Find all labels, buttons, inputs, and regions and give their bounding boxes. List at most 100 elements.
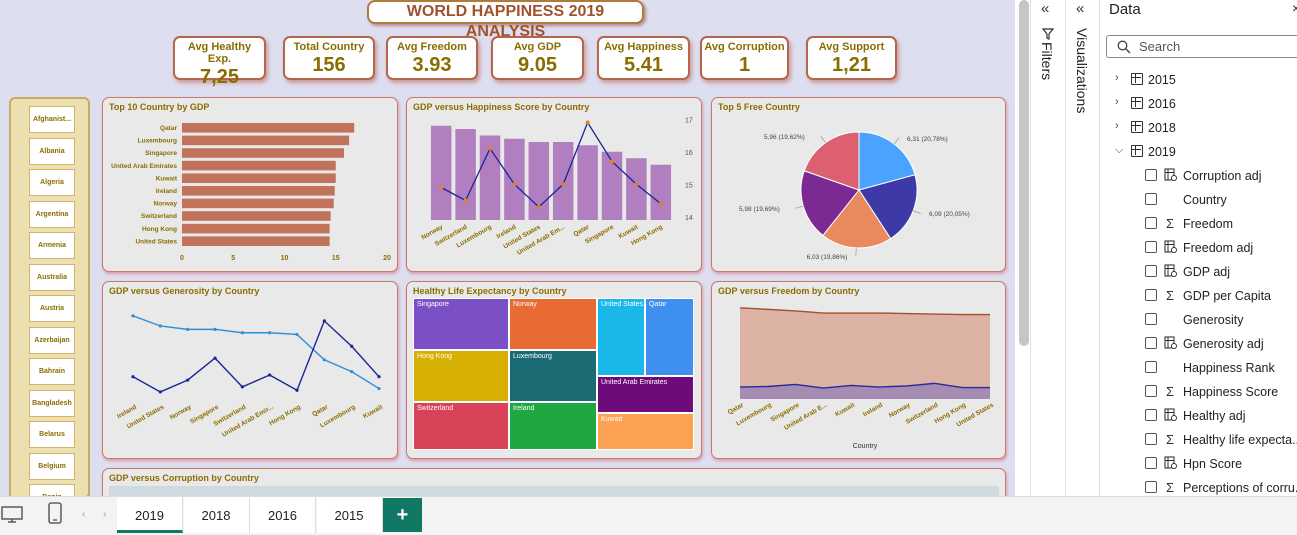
data-point[interactable] <box>585 120 590 125</box>
gdp-vs-corruption-map[interactable]: GDP versus Corruption by Country <box>102 468 1006 496</box>
field-item[interactable]: Healthy adj <box>1100 404 1297 428</box>
field-item[interactable]: Country <box>1100 188 1297 212</box>
data-point[interactable] <box>186 378 190 382</box>
chevron-down-icon[interactable]: ⌵ <box>1115 144 1123 157</box>
data-point[interactable] <box>213 327 217 331</box>
series-line[interactable] <box>132 319 380 393</box>
field-checkbox[interactable] <box>1145 433 1157 445</box>
page-tab-2015[interactable]: 2015 <box>316 497 383 533</box>
bar[interactable] <box>182 236 330 246</box>
bar[interactable] <box>577 145 598 220</box>
bar[interactable] <box>182 173 336 183</box>
slicer-item[interactable]: Afghanist... <box>29 106 75 133</box>
treemap-tile[interactable]: Kuwait <box>597 413 694 450</box>
slicer-item[interactable]: Azerbaijan <box>29 326 75 354</box>
filters-pane[interactable]: « Filters <box>1030 0 1064 535</box>
field-item[interactable]: Generosity <box>1100 308 1297 332</box>
slicer-item[interactable]: Belgium <box>29 452 75 480</box>
treemap-tile[interactable]: Luxembourg <box>509 350 597 402</box>
field-checkbox[interactable] <box>1145 289 1157 301</box>
top10-gdp-chart[interactable]: Top 10 Country by GDP Qatar Luxembourg Sin… <box>102 97 398 272</box>
mobile-view-icon[interactable] <box>48 502 62 529</box>
search-input[interactable]: Search <box>1106 35 1297 58</box>
bar[interactable] <box>182 160 336 171</box>
data-point[interactable] <box>186 327 190 331</box>
bar[interactable] <box>182 211 331 221</box>
field-checkbox[interactable] <box>1145 217 1157 229</box>
prev-page-icon[interactable]: ‹ <box>82 509 85 520</box>
slicer-item[interactable]: Armenia <box>29 232 75 259</box>
data-point[interactable] <box>131 375 135 379</box>
visualizations-label[interactable]: Visualizations <box>1074 28 1090 113</box>
treemap-tile[interactable]: Ireland <box>509 402 597 450</box>
treemap-tile[interactable]: Singapore <box>413 298 509 350</box>
data-point[interactable] <box>322 319 326 323</box>
data-point[interactable] <box>610 159 614 164</box>
collapse-visualizations-icon[interactable]: « <box>1076 0 1084 17</box>
data-point[interactable] <box>561 182 566 187</box>
treemap-tile[interactable]: United Arab Emirates <box>597 376 694 413</box>
data-point[interactable] <box>488 146 492 151</box>
filters-label[interactable]: Filters <box>1039 42 1055 80</box>
field-checkbox[interactable] <box>1145 409 1157 421</box>
bar[interactable] <box>182 123 355 133</box>
field-item[interactable]: Σ Healthy life expecta... <box>1100 428 1297 452</box>
bar[interactable] <box>182 148 344 158</box>
data-point[interactable] <box>158 390 162 394</box>
field-checkbox[interactable] <box>1145 265 1157 277</box>
slicer-item[interactable]: Benin <box>29 484 75 496</box>
collapse-filters-icon[interactable]: « <box>1041 0 1049 17</box>
field-item[interactable]: Freedom adj <box>1100 236 1297 260</box>
data-point[interactable] <box>439 185 444 190</box>
field-item[interactable]: Σ Freedom <box>1100 212 1297 236</box>
data-point[interactable] <box>512 182 517 187</box>
data-point[interactable] <box>536 205 541 209</box>
data-point[interactable] <box>350 370 354 374</box>
top5-free-chart[interactable]: Top 5 Free Country 6,31 (20,78%) 6,09 (20… <box>711 97 1006 272</box>
table-node-2019[interactable]: ⌵ 2019 <box>1100 140 1297 164</box>
field-checkbox[interactable] <box>1145 193 1157 205</box>
slicer-item[interactable]: Albania <box>29 137 75 165</box>
data-point[interactable] <box>350 344 354 348</box>
add-page-button[interactable]: + <box>383 498 422 532</box>
series-line[interactable] <box>132 315 380 390</box>
slicer-item[interactable]: Bahrain <box>29 358 75 385</box>
data-point[interactable] <box>131 314 135 318</box>
gdp-vs-generosity-chart[interactable]: GDP versus Generosity by Country Ireland… <box>102 281 398 459</box>
field-item[interactable]: GDP adj <box>1100 260 1297 284</box>
treemap-tile[interactable]: United States <box>597 298 645 376</box>
treemap-tile[interactable]: Hong Kong <box>413 350 509 402</box>
slicer-item[interactable]: Argentina <box>29 200 75 228</box>
data-point[interactable] <box>213 356 217 360</box>
data-point[interactable] <box>268 331 272 335</box>
gdp-vs-freedom-chart[interactable]: GDP versus Freedom by Country Qatar Luxem… <box>711 281 1006 459</box>
slicer-item[interactable]: Belarus <box>29 421 75 448</box>
canvas-scrollbar[interactable] <box>1019 0 1029 346</box>
bar[interactable] <box>552 142 574 220</box>
field-item[interactable]: Happiness Rank <box>1100 356 1297 380</box>
field-item[interactable]: Generosity adj <box>1100 332 1297 356</box>
data-point[interactable] <box>268 373 272 377</box>
next-page-icon[interactable]: › <box>103 509 106 520</box>
data-point[interactable] <box>634 182 639 187</box>
chevron-right-icon[interactable]: › <box>1115 72 1119 84</box>
field-checkbox[interactable] <box>1145 361 1157 373</box>
treemap-tile[interactable]: Norway <box>509 298 597 350</box>
data-point[interactable] <box>240 385 244 389</box>
table-node-2018[interactable]: › 2018 <box>1100 116 1297 140</box>
data-point[interactable] <box>322 358 326 362</box>
bar[interactable] <box>504 138 525 220</box>
page-tab-2019[interactable]: 2019 <box>117 497 183 533</box>
page-tab-2018[interactable]: 2018 <box>183 497 250 533</box>
slicer-item[interactable]: Algeria <box>29 169 75 196</box>
field-checkbox[interactable] <box>1145 337 1157 349</box>
data-point[interactable] <box>658 201 663 206</box>
map-area[interactable] <box>109 486 999 496</box>
visualizations-pane[interactable]: « Visualizations <box>1065 0 1099 535</box>
bar[interactable] <box>650 164 672 220</box>
data-point[interactable] <box>295 388 299 392</box>
chevron-right-icon[interactable]: › <box>1115 96 1119 108</box>
gdp-vs-happiness-chart[interactable]: GDP versus Happiness Score by Country No… <box>406 97 702 272</box>
field-item[interactable]: Σ GDP per Capita <box>1100 284 1297 308</box>
healthy-life-treemap[interactable]: Healthy Life Expectancy by Country Singa… <box>406 281 702 459</box>
